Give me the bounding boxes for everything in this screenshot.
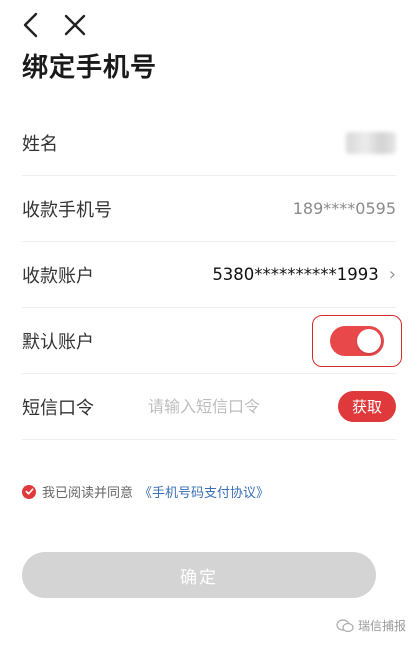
watermark-text: 瑞信捕报 — [357, 619, 406, 633]
phone-value: 189****0595 — [292, 199, 396, 218]
agreement: 我已阅读并同意 《手机号码支付协议》 — [22, 482, 269, 501]
close-icon — [64, 14, 86, 36]
bind-phone-page: 绑定手机号 姓名 收款手机号 189****0595 收款账户 5380****… — [0, 0, 418, 646]
toggle-knob — [357, 329, 381, 353]
sms-code-input[interactable] — [148, 397, 298, 416]
account-label: 收款账户 — [22, 265, 94, 287]
account-row[interactable]: 收款账户 5380**********1993 › — [22, 242, 396, 308]
agreement-link[interactable]: 《手机号码支付协议》 — [139, 482, 269, 501]
check-icon — [25, 488, 33, 495]
default-account-label: 默认账户 — [22, 331, 94, 353]
phone-row: 收款手机号 189****0595 — [22, 176, 396, 242]
wechat-icon — [336, 618, 354, 632]
toggle-highlight-frame — [312, 315, 402, 367]
sms-row: 短信口令 获取 — [22, 374, 396, 440]
name-label: 姓名 — [22, 133, 58, 155]
sms-label: 短信口令 — [22, 397, 94, 419]
agreement-text: 我已阅读并同意 — [42, 486, 134, 501]
chevron-right-icon: › — [388, 264, 396, 285]
watermark: 瑞信捕报 — [336, 617, 406, 634]
top-nav — [14, 8, 92, 42]
account-value: 5380**********1993 — [212, 265, 379, 284]
page-title: 绑定手机号 — [22, 53, 158, 83]
name-row: 姓名 — [22, 110, 396, 176]
chevron-left-icon — [23, 12, 38, 38]
confirm-button[interactable]: 确定 — [22, 552, 376, 598]
agreement-checkbox[interactable] — [22, 484, 36, 499]
form-rows: 姓名 收款手机号 189****0595 收款账户 5380**********… — [22, 110, 402, 440]
get-code-button[interactable]: 获取 — [337, 391, 396, 422]
default-account-toggle[interactable] — [330, 326, 384, 356]
name-value-blurred — [346, 131, 396, 154]
phone-label: 收款手机号 — [22, 199, 112, 221]
back-button[interactable] — [14, 8, 48, 42]
close-button[interactable] — [58, 8, 92, 42]
default-account-row: 默认账户 — [22, 308, 402, 374]
